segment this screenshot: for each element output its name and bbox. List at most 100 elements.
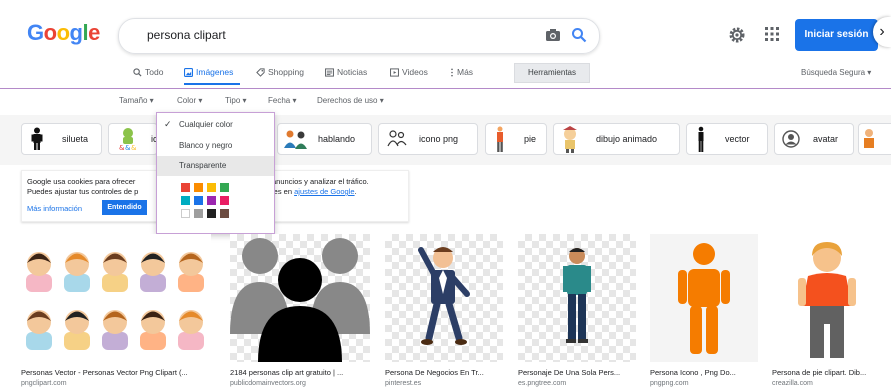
chip-label: hablando: [318, 134, 356, 144]
logo-letter: o: [56, 20, 70, 45]
filter-size[interactable]: Tamaño ▾: [119, 96, 154, 105]
result-title[interactable]: Persona De Negocios En Tr...: [385, 368, 484, 377]
chip-icono-png[interactable]: icono png: [378, 123, 478, 155]
person-body: [178, 332, 204, 350]
talking-people-icon: [284, 130, 307, 149]
tab-images[interactable]: Imágenes: [184, 67, 233, 77]
tools-button[interactable]: Herramientas: [514, 63, 590, 83]
cartoon-character-icon: [563, 126, 577, 153]
color-swatch[interactable]: [181, 196, 190, 205]
color-option-transparent[interactable]: Transparente: [157, 156, 274, 176]
tab-news[interactable]: Noticias: [325, 67, 367, 77]
logo-letter: G: [27, 20, 44, 45]
search-input[interactable]: persona clipart: [147, 28, 226, 42]
people-outline-icon: [387, 130, 407, 147]
google-logo[interactable]: Google: [27, 20, 100, 46]
result-source: es.pngtree.com: [518, 380, 567, 387]
result-title[interactable]: 2184 personas clip art gratuito | ...: [230, 368, 343, 377]
divider: [0, 88, 891, 89]
more-icon: [451, 68, 453, 76]
option-label: Blanco y negro: [179, 141, 233, 150]
tab-shopping[interactable]: Shopping: [256, 67, 304, 77]
result-title[interactable]: Personaje De Una Sola Pers...: [518, 368, 620, 377]
result-source: publicdomainvectors.org: [230, 380, 306, 387]
tab-videos[interactable]: Videos: [390, 67, 428, 77]
filter-usage-rights[interactable]: Derechos de uso ▾: [317, 96, 384, 105]
color-swatch[interactable]: [220, 183, 229, 192]
result-title[interactable]: Persona de pie clipart. Dib...: [772, 368, 866, 377]
svg-text:&: &: [131, 144, 137, 152]
tab-label: Videos: [402, 67, 428, 77]
chip-vector[interactable]: vector: [686, 123, 768, 155]
cookie-text: Puedes ajustar tus controles de p: [27, 187, 139, 196]
filter-color[interactable]: Color ▾: [177, 96, 202, 105]
person-clipart-image: [798, 242, 856, 358]
option-label: Cualquier color: [179, 120, 233, 129]
camera-icon[interactable]: [545, 27, 561, 43]
color-swatch[interactable]: [194, 209, 203, 218]
tab-label: Shopping: [268, 67, 304, 77]
color-filter-menu: ✓ Cualquier color Blanco y negro Transpa…: [156, 112, 275, 234]
chip-partial[interactable]: [858, 123, 891, 155]
result-source: pinterest.es: [385, 380, 422, 387]
filter-type[interactable]: Tipo ▾: [225, 96, 247, 105]
person-body: [64, 274, 90, 292]
tab-label: Imágenes: [196, 67, 234, 77]
avatar-icon: [782, 130, 800, 148]
chip-label: vector: [725, 134, 750, 144]
chip-label: silueta: [62, 134, 89, 144]
safesearch-toggle[interactable]: Búsqueda Segura ▾: [801, 68, 871, 77]
chip-label: icono png: [419, 134, 459, 144]
more-info-link[interactable]: Más información: [27, 204, 82, 213]
color-option-black-white[interactable]: Blanco y negro: [157, 136, 274, 156]
search-icon[interactable]: [571, 27, 587, 43]
search-box[interactable]: persona clipart: [118, 18, 600, 54]
result-title[interactable]: Persona Icono , Png Do...: [650, 368, 736, 377]
filter-date[interactable]: Fecha ▾: [268, 96, 296, 105]
result-image[interactable]: [772, 234, 882, 362]
related-chips-row: silueta & & & ic hablando icono png pie di…: [0, 115, 891, 165]
silhouette-group-image: [230, 238, 370, 362]
color-option-any[interactable]: ✓ Cualquier color: [157, 115, 274, 135]
color-swatch[interactable]: [207, 183, 216, 192]
chip-silueta[interactable]: silueta: [21, 123, 102, 155]
person-body: [26, 332, 52, 350]
result-title[interactable]: Personas Vector - Personas Vector Png Cl…: [21, 368, 188, 377]
tab-all[interactable]: Todo: [133, 67, 163, 77]
chip-ic[interactable]: & & & ic: [108, 123, 158, 155]
understood-button[interactable]: Entendido: [102, 200, 147, 215]
result-image[interactable]: [230, 234, 370, 362]
silhouette-icon: [31, 127, 43, 150]
tab-more[interactable]: Más: [450, 67, 473, 77]
result-image[interactable]: [650, 234, 758, 362]
color-swatch[interactable]: [181, 183, 190, 192]
color-swatch[interactable]: [207, 209, 216, 218]
logo-letter: e: [88, 20, 100, 45]
tab-label: Todo: [145, 67, 164, 77]
color-swatch[interactable]: [220, 196, 229, 205]
google-settings-link[interactable]: ajustes de Google: [294, 187, 354, 196]
result-image[interactable]: [21, 234, 211, 362]
chip-label: avatar: [813, 134, 839, 144]
result-source: pngclipart.com: [21, 380, 67, 387]
person-body: [64, 332, 90, 350]
result-image[interactable]: [385, 234, 503, 362]
color-swatch[interactable]: [181, 209, 190, 218]
color-swatch[interactable]: [194, 183, 203, 192]
apps-grid-icon[interactable]: [764, 26, 780, 42]
color-swatch[interactable]: [220, 209, 229, 218]
cookie-text-line2: les en ajustes de Google.: [272, 187, 357, 196]
chip-label: pie: [524, 134, 537, 144]
color-swatch[interactable]: [194, 196, 203, 205]
person-icon: [864, 129, 874, 148]
chip-dibujo-animado[interactable]: dibujo animado: [553, 123, 680, 155]
chip-avatar[interactable]: avatar: [774, 123, 854, 155]
chip-pie[interactable]: pie: [485, 123, 547, 155]
checkmark-icon: ✓: [164, 119, 172, 129]
color-swatch[interactable]: [207, 196, 216, 205]
result-source: creazilla.com: [772, 380, 813, 387]
chip-hablando[interactable]: hablando: [277, 123, 372, 155]
gear-icon[interactable]: [728, 26, 746, 44]
result-image[interactable]: [518, 234, 636, 362]
sign-in-button[interactable]: Iniciar sesión: [795, 19, 878, 51]
